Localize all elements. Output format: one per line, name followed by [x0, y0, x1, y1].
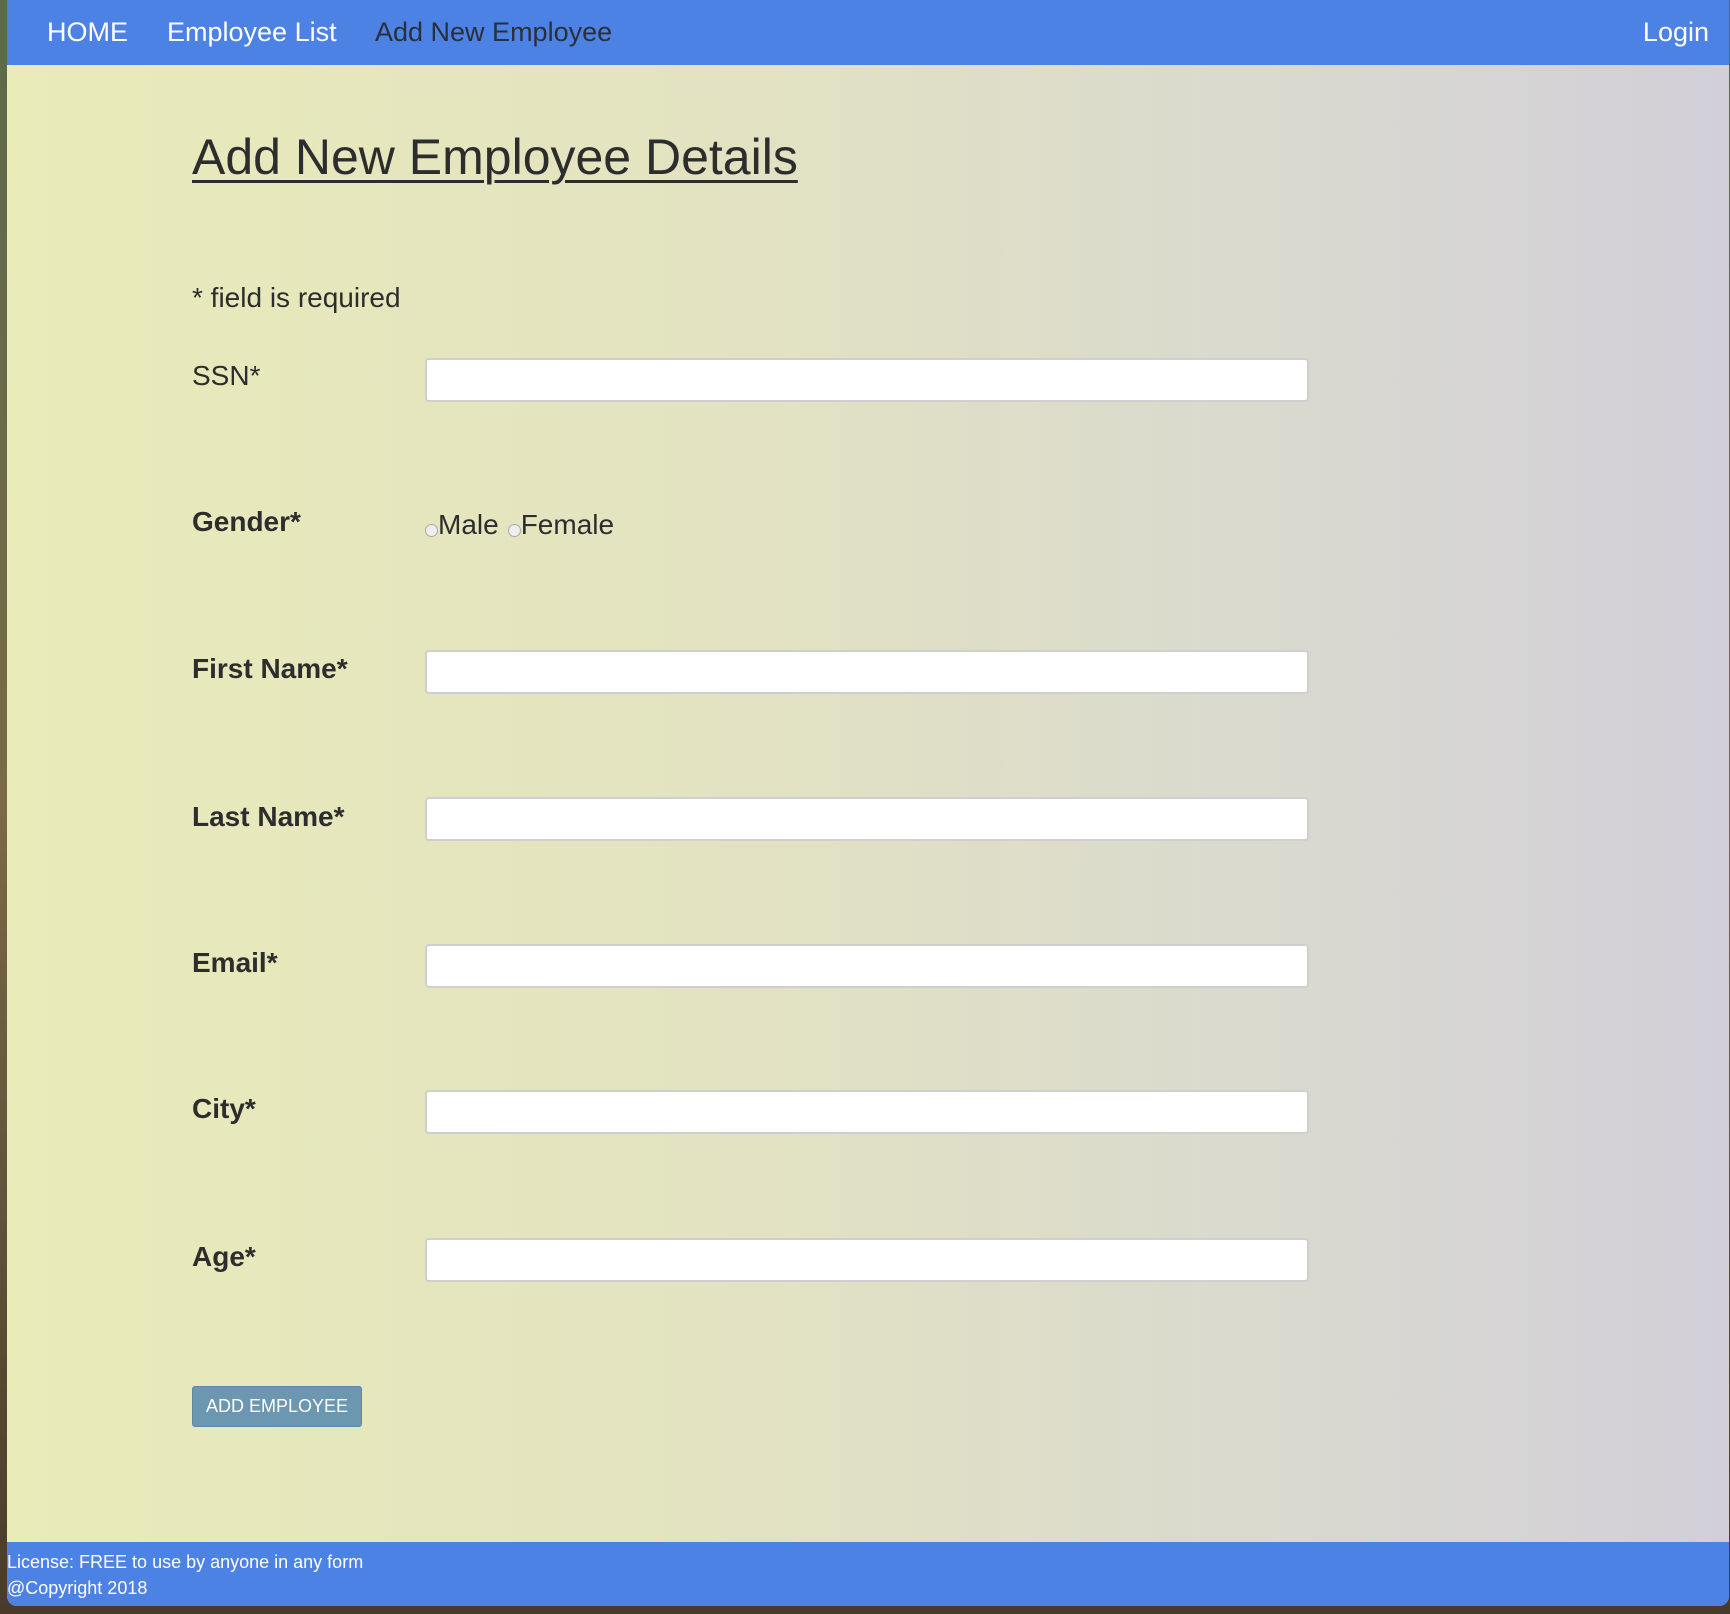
city-input[interactable]	[425, 1090, 1309, 1134]
browser-viewport: HOME Employee List Add New Employee Logi…	[7, 0, 1729, 1606]
footer-license-text: License: FREE to use by anyone in any fo…	[7, 1552, 364, 1572]
gender-label: Gender*	[192, 506, 301, 537]
last-name-input[interactable]	[425, 797, 1309, 841]
navbar: HOME Employee List Add New Employee Logi…	[7, 0, 1729, 65]
add-employee-button[interactable]: ADD EMPLOYEE	[192, 1386, 362, 1427]
email-label: Email*	[192, 947, 278, 978]
nav-home-link[interactable]: HOME	[47, 0, 128, 65]
email-input[interactable]	[425, 944, 1309, 988]
female-radio-label[interactable]: Female	[521, 509, 614, 541]
footer-copyright-text: @Copyright 2018	[7, 1578, 148, 1598]
female-radio-button[interactable]	[507, 523, 521, 537]
footer: License: FREE to use by anyone in any fo…	[7, 1542, 1729, 1606]
nav-employee-list-link[interactable]: Employee List	[167, 0, 337, 65]
page-title: Add New Employee Details	[192, 129, 798, 185]
gender-option-female[interactable]: Female	[507, 509, 614, 541]
ssn-input[interactable]	[425, 358, 1309, 402]
gender-option-male[interactable]: Male	[425, 509, 499, 541]
last-name-label: Last Name*	[192, 801, 345, 832]
male-radio-button[interactable]	[425, 523, 438, 537]
gender-radio-group: Male Female	[425, 507, 614, 543]
age-input[interactable]	[425, 1238, 1309, 1282]
required-field-note: * field is required	[192, 282, 401, 313]
city-label: City*	[192, 1093, 256, 1124]
nav-login-link[interactable]: Login	[1643, 0, 1709, 65]
nav-add-employee-link[interactable]: Add New Employee	[375, 0, 612, 65]
male-radio-label[interactable]: Male	[438, 509, 499, 541]
first-name-input[interactable]	[425, 650, 1309, 694]
first-name-label: First Name*	[192, 653, 348, 684]
ssn-label: SSN*	[192, 360, 261, 391]
age-label: Age*	[192, 1241, 256, 1272]
